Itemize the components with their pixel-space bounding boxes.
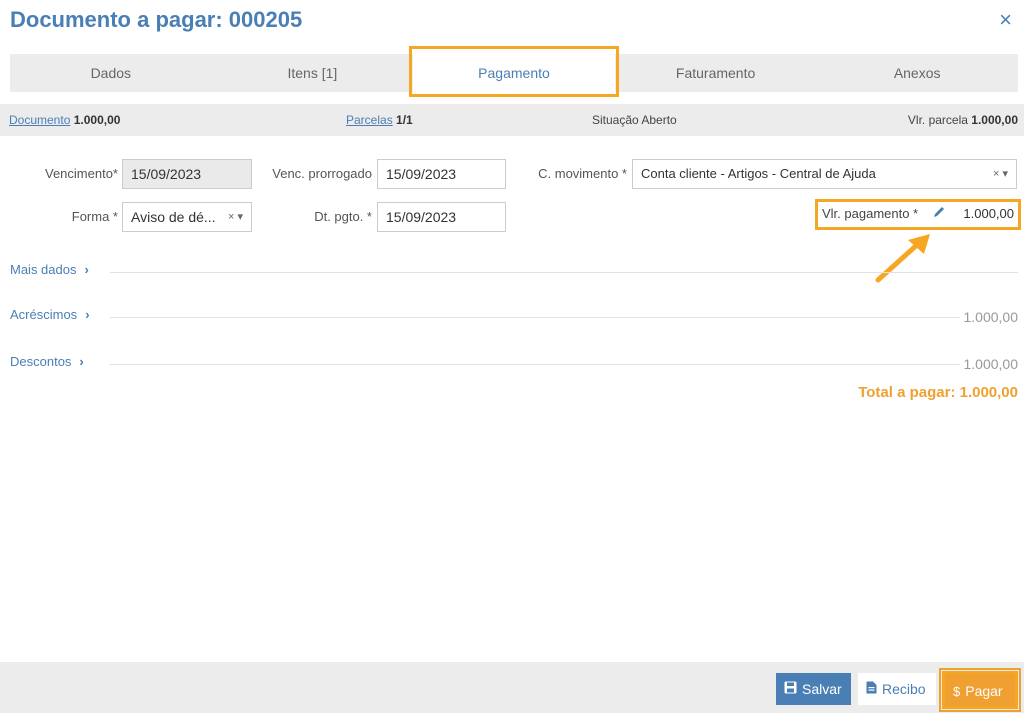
clear-icon[interactable]: ×	[993, 168, 999, 180]
vlr-parcela-label: Vlr. parcela	[907, 113, 968, 127]
dt-pgto-field[interactable]: 15/09/2023	[377, 202, 506, 232]
mais-dados-toggle[interactable]: Mais dados ›	[10, 262, 89, 277]
c-movimento-controls: × ▾	[993, 160, 1008, 188]
tab-pagamento[interactable]: Pagamento	[409, 46, 619, 97]
documento-value: 1.000,00	[73, 113, 121, 127]
tab-dados[interactable]: Dados	[10, 54, 212, 92]
vencimento-label: Vencimento*	[45, 166, 118, 181]
documento-link[interactable]: Documento	[9, 113, 70, 127]
descontos-section: Descontos › 1.000,00	[10, 354, 1018, 374]
pencil-icon[interactable]	[932, 205, 946, 222]
acrescimos-value: 1.000,00	[959, 309, 1018, 325]
venc-prorrogado-label: Venc. prorrogado	[272, 166, 372, 181]
tab-faturamento[interactable]: Faturamento	[615, 54, 817, 92]
parcelas-value: 1/1	[396, 113, 413, 127]
forma-label: Forma *	[71, 209, 118, 224]
vlr-parcela-value: 1.000,00	[971, 113, 1018, 127]
modal-header: Documento a pagar: 000205 ×	[10, 6, 1014, 38]
receipt-label: Recibo	[882, 681, 926, 697]
c-movimento-select[interactable]: Conta cliente - Artigos - Central de Aju…	[632, 159, 1017, 189]
forma-controls: × ▾	[228, 203, 243, 231]
descontos-value: 1.000,00	[959, 356, 1018, 372]
forma-select[interactable]: Aviso de dé... × ▾	[122, 202, 252, 232]
receipt-button[interactable]: Recibo	[858, 673, 936, 705]
footer-bar: Salvar Recibo $ Pagar	[0, 662, 1024, 713]
venc-prorrogado-field[interactable]: 15/09/2023	[377, 159, 506, 189]
situacao-label: Situação	[592, 113, 639, 127]
close-icon[interactable]: ×	[999, 8, 1012, 32]
tab-anexos[interactable]: Anexos	[816, 54, 1018, 92]
tab-bar: Dados Itens [1] Pagamento Faturamento An…	[10, 46, 1018, 97]
parcelas-summary: Parcelas 1/1	[346, 104, 413, 136]
mais-dados-section: Mais dados ›	[10, 262, 1018, 282]
floppy-icon	[784, 674, 797, 706]
documento-summary: Documento 1.000,00	[9, 104, 120, 136]
pay-label: Pagar	[965, 683, 1003, 699]
chevron-right-icon: ›	[85, 307, 90, 322]
page-title: Documento a pagar: 000205	[10, 7, 303, 32]
situacao-value: Aberto	[641, 113, 677, 127]
chevron-right-icon: ›	[84, 262, 89, 277]
acrescimos-toggle[interactable]: Acréscimos ›	[10, 307, 90, 322]
clear-icon[interactable]: ×	[228, 211, 234, 223]
parcelas-link[interactable]: Parcelas	[346, 113, 393, 127]
save-button[interactable]: Salvar	[776, 673, 851, 705]
dt-pgto-label: Dt. pgto. *	[314, 209, 372, 224]
vencimento-field: 15/09/2023	[122, 159, 252, 189]
mais-dados-label: Mais dados	[10, 262, 77, 277]
tab-itens[interactable]: Itens [1]	[212, 54, 414, 92]
vlr-pagamento-highlight: Vlr. pagamento * 1.000,00	[815, 199, 1021, 230]
divider	[110, 272, 1018, 273]
save-label: Salvar	[802, 681, 842, 697]
vlr-pagamento-value[interactable]: 1.000,00	[963, 206, 1014, 221]
c-movimento-label: C. movimento *	[538, 166, 627, 181]
document-icon	[866, 674, 877, 706]
descontos-label: Descontos	[10, 354, 72, 369]
vlr-pagamento-label: Vlr. pagamento *	[822, 206, 919, 221]
summary-bar: Documento 1.000,00 Parcelas 1/1 Situação…	[0, 104, 1024, 136]
vlr-parcela-summary: Vlr. parcela 1.000,00	[908, 104, 1018, 136]
acrescimos-section: Acréscimos › 1.000,00	[10, 307, 1018, 327]
divider	[110, 364, 1018, 365]
chevron-right-icon: ›	[79, 354, 84, 369]
forma-value: Aviso de dé...	[131, 209, 216, 225]
dollar-icon: $	[953, 684, 961, 699]
c-movimento-value: Conta cliente - Artigos - Central de Aju…	[641, 166, 876, 181]
pay-button[interactable]: $ Pagar	[939, 668, 1021, 712]
chevron-down-icon[interactable]: ▾	[1002, 168, 1008, 180]
acrescimos-label: Acréscimos	[10, 307, 78, 322]
chevron-down-icon[interactable]: ▾	[237, 211, 243, 223]
descontos-toggle[interactable]: Descontos ›	[10, 354, 84, 369]
situacao-summary: Situação Aberto	[592, 104, 677, 136]
total-a-pagar: Total a pagar: 1.000,00	[858, 384, 1018, 401]
divider	[110, 317, 1018, 318]
